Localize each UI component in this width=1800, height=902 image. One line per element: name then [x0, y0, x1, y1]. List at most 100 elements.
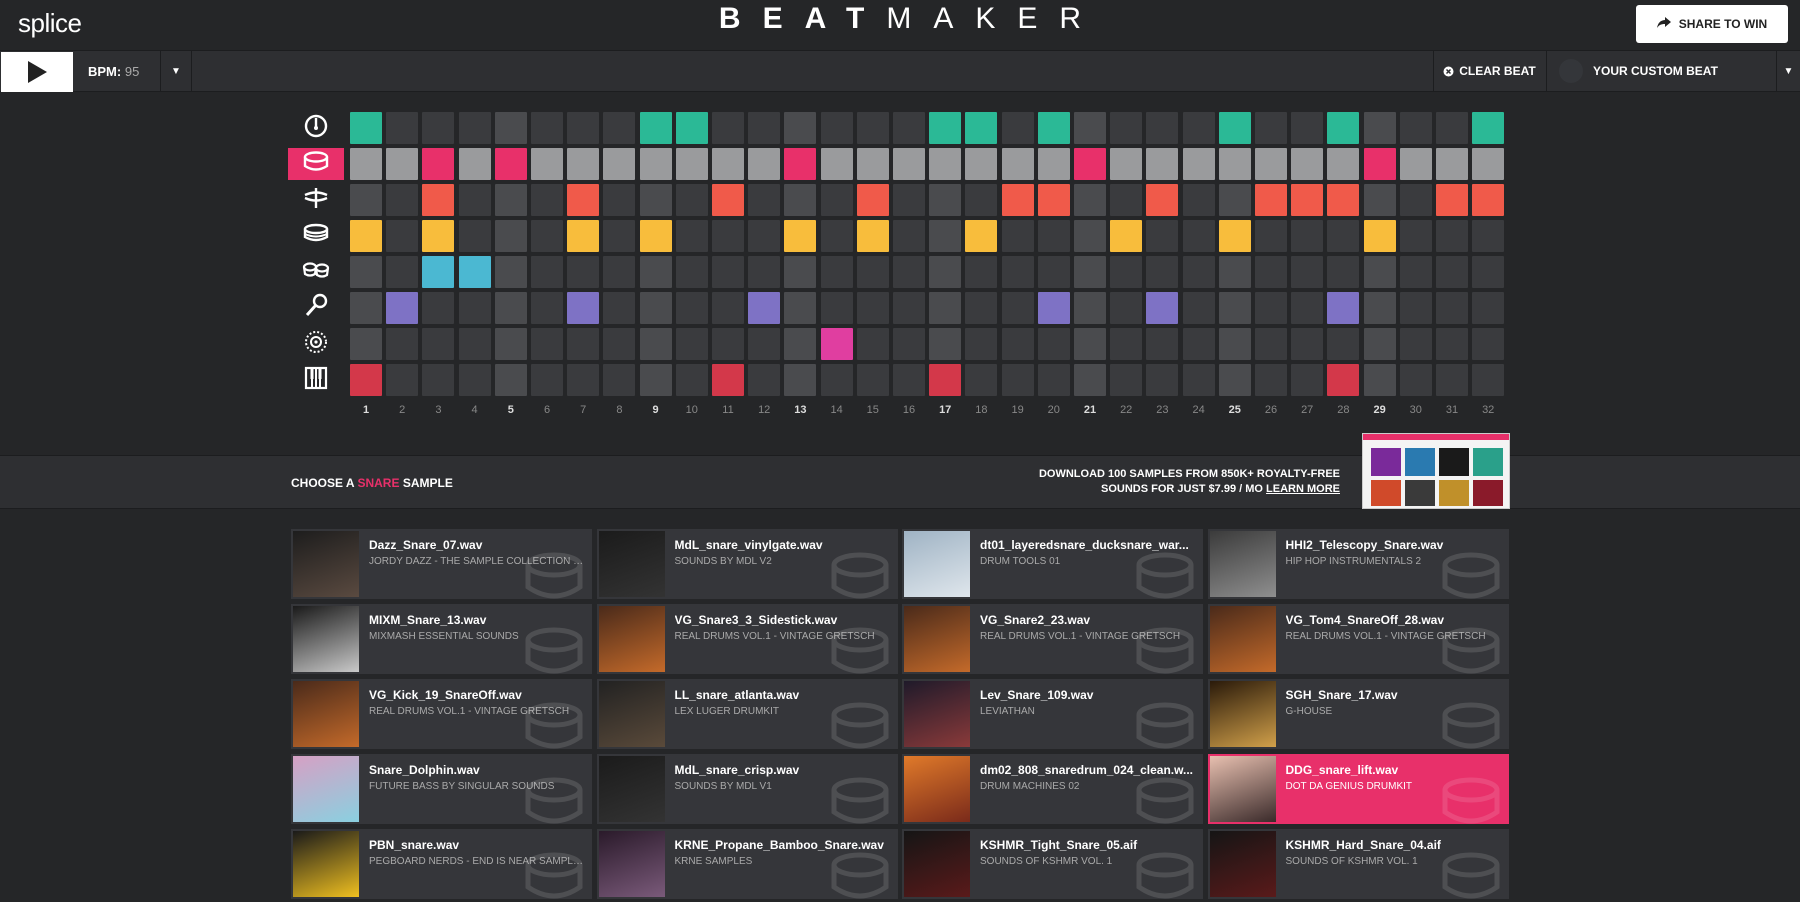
step-cell-keys-18[interactable]	[965, 364, 998, 396]
step-cell-hihat-4[interactable]	[458, 184, 491, 216]
sample-card[interactable]: VG_Tom4_SnareOff_28.wav REAL DRUMS VOL.1 …	[1207, 604, 1509, 674]
step-cell-bongo-8[interactable]	[603, 256, 636, 288]
step-cell-snare-2[interactable]	[386, 148, 419, 180]
step-cell-hihat-3[interactable]	[422, 184, 455, 216]
custom-beat-dropdown[interactable]: ▼	[1776, 51, 1800, 91]
step-cell-vocal-13[interactable]	[784, 292, 817, 324]
step-cell-keys-10[interactable]	[675, 364, 708, 396]
step-cell-kick-9[interactable]	[639, 112, 672, 144]
step-cell-snare-21[interactable]	[1074, 148, 1106, 180]
step-cell-tom-4[interactable]	[458, 220, 491, 252]
step-cell-keys-32[interactable]	[1472, 364, 1505, 396]
step-cell-tom-25[interactable]	[1218, 220, 1251, 252]
step-cell-tom-3[interactable]	[422, 220, 455, 252]
step-cell-fx-24[interactable]	[1182, 328, 1215, 360]
step-cell-kick-24[interactable]	[1182, 112, 1215, 144]
step-cell-keys-27[interactable]	[1291, 364, 1324, 396]
step-cell-keys-22[interactable]	[1110, 364, 1143, 396]
step-cell-vocal-20[interactable]	[1037, 292, 1070, 324]
step-cell-tom-23[interactable]	[1146, 220, 1179, 252]
step-cell-bongo-22[interactable]	[1110, 256, 1143, 288]
step-cell-fx-9[interactable]	[639, 328, 672, 360]
step-cell-tom-31[interactable]	[1436, 220, 1468, 252]
step-cell-vocal-2[interactable]	[386, 292, 419, 324]
sample-card[interactable]: dt01_layeredsnare_ducksnare_war... DRUM T…	[902, 529, 1203, 599]
step-cell-tom-20[interactable]	[1037, 220, 1070, 252]
step-cell-vocal-12[interactable]	[748, 292, 781, 324]
step-cell-bongo-13[interactable]	[784, 256, 817, 288]
step-cell-keys-29[interactable]	[1363, 364, 1396, 396]
step-cell-kick-11[interactable]	[712, 112, 744, 144]
sample-card[interactable]: KRNE_Propane_Bamboo_Snare.wav KRNE SAMPLE…	[596, 829, 898, 899]
step-cell-bongo-23[interactable]	[1146, 256, 1179, 288]
step-cell-snare-7[interactable]	[567, 148, 600, 180]
step-cell-tom-12[interactable]	[748, 220, 781, 252]
step-cell-fx-25[interactable]	[1218, 328, 1251, 360]
step-cell-tom-1[interactable]	[350, 220, 382, 252]
step-cell-tom-15[interactable]	[856, 220, 889, 252]
step-cell-hihat-18[interactable]	[965, 184, 998, 216]
step-cell-vocal-16[interactable]	[893, 292, 925, 324]
instrument-fx-button[interactable]	[288, 328, 344, 360]
step-cell-keys-25[interactable]	[1218, 364, 1251, 396]
step-cell-hihat-10[interactable]	[675, 184, 708, 216]
step-cell-kick-14[interactable]	[820, 112, 853, 144]
step-cell-kick-22[interactable]	[1110, 112, 1143, 144]
step-cell-vocal-1[interactable]	[350, 292, 382, 324]
step-cell-tom-11[interactable]	[712, 220, 744, 252]
step-cell-tom-9[interactable]	[639, 220, 672, 252]
step-cell-snare-12[interactable]	[748, 148, 781, 180]
step-cell-hihat-31[interactable]	[1436, 184, 1468, 216]
sample-card[interactable]: HHI2_Telescopy_Snare.wav HIP HOP INSTRUME…	[1207, 529, 1509, 599]
step-cell-snare-32[interactable]	[1472, 148, 1505, 180]
step-cell-keys-1[interactable]	[350, 364, 382, 396]
step-cell-snare-23[interactable]	[1146, 148, 1179, 180]
step-cell-fx-15[interactable]	[856, 328, 889, 360]
step-cell-vocal-18[interactable]	[965, 292, 998, 324]
step-cell-tom-28[interactable]	[1327, 220, 1360, 252]
sample-card[interactable]: KSHMR_Hard_Snare_04.aif SOUNDS OF KSHMR V…	[1207, 829, 1509, 899]
step-cell-kick-19[interactable]	[1001, 112, 1034, 144]
step-cell-bongo-4[interactable]	[458, 256, 491, 288]
custom-beat-selector[interactable]: YOUR CUSTOM BEAT	[1546, 51, 1776, 91]
step-cell-hihat-9[interactable]	[639, 184, 672, 216]
step-cell-vocal-4[interactable]	[458, 292, 491, 324]
step-cell-vocal-6[interactable]	[531, 292, 563, 324]
step-cell-snare-25[interactable]	[1218, 148, 1251, 180]
step-cell-keys-20[interactable]	[1037, 364, 1070, 396]
step-cell-hihat-23[interactable]	[1146, 184, 1179, 216]
step-cell-tom-10[interactable]	[675, 220, 708, 252]
step-cell-fx-20[interactable]	[1037, 328, 1070, 360]
step-cell-hihat-21[interactable]	[1074, 184, 1106, 216]
step-cell-kick-13[interactable]	[784, 112, 817, 144]
step-cell-fx-12[interactable]	[748, 328, 781, 360]
step-cell-fx-32[interactable]	[1472, 328, 1505, 360]
step-cell-fx-29[interactable]	[1363, 328, 1396, 360]
step-cell-snare-22[interactable]	[1110, 148, 1143, 180]
step-cell-tom-2[interactable]	[386, 220, 419, 252]
step-cell-vocal-30[interactable]	[1399, 292, 1432, 324]
step-cell-fx-26[interactable]	[1255, 328, 1287, 360]
sample-card[interactable]: VG_Kick_19_SnareOff.wav REAL DRUMS VOL.1 …	[291, 679, 592, 749]
step-cell-snare-19[interactable]	[1001, 148, 1034, 180]
step-cell-fx-18[interactable]	[965, 328, 998, 360]
step-cell-keys-14[interactable]	[820, 364, 853, 396]
step-cell-kick-20[interactable]	[1037, 112, 1070, 144]
step-cell-vocal-5[interactable]	[494, 292, 527, 324]
step-cell-tom-24[interactable]	[1182, 220, 1215, 252]
step-cell-keys-5[interactable]	[494, 364, 527, 396]
instrument-hihat-button[interactable]	[288, 184, 344, 216]
sample-card[interactable]: VG_Snare2_23.wav REAL DRUMS VOL.1 - VINTA…	[902, 604, 1203, 674]
step-cell-bongo-27[interactable]	[1291, 256, 1324, 288]
sample-card[interactable]: LL_snare_atlanta.wav LEX LUGER DRUMKIT	[596, 679, 898, 749]
step-cell-kick-12[interactable]	[748, 112, 781, 144]
sample-card[interactable]: dm02_808_snaredrum_024_clean.w... DRUM MA…	[902, 754, 1203, 824]
step-cell-keys-4[interactable]	[458, 364, 491, 396]
step-cell-kick-18[interactable]	[965, 112, 998, 144]
step-cell-hihat-12[interactable]	[748, 184, 781, 216]
step-cell-fx-19[interactable]	[1001, 328, 1034, 360]
step-cell-tom-14[interactable]	[820, 220, 853, 252]
sample-card[interactable]: Dazz_Snare_07.wav JORDY DAZZ - THE SAMPLE…	[291, 529, 592, 599]
step-cell-fx-14[interactable]	[820, 328, 853, 360]
step-cell-vocal-3[interactable]	[422, 292, 455, 324]
